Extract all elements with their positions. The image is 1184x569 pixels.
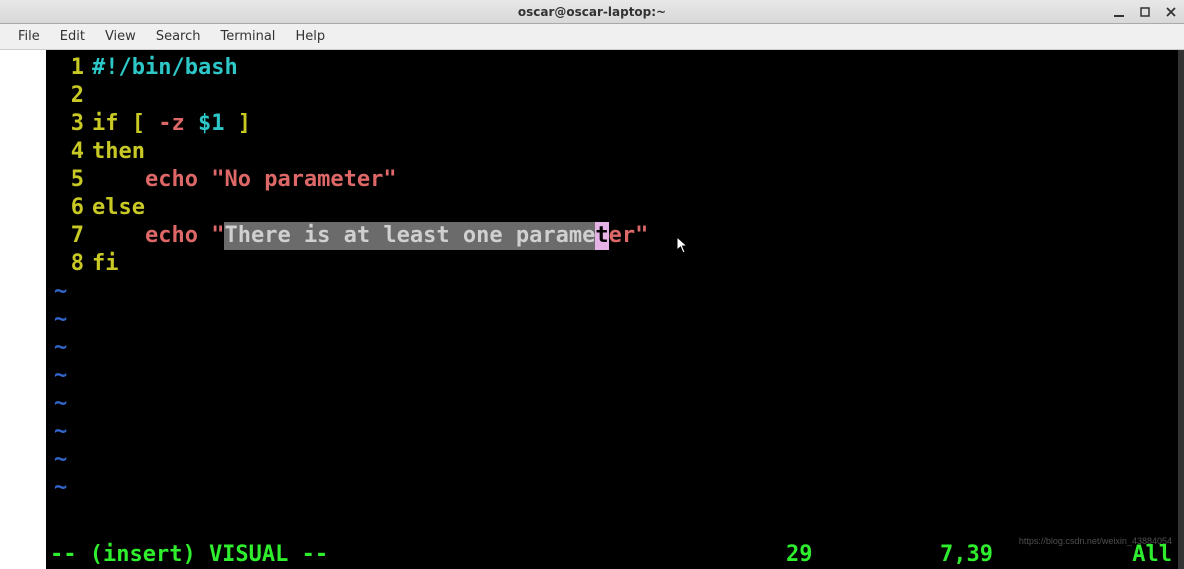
code-line[interactable]: 2 xyxy=(50,82,1178,110)
code-token: [ xyxy=(132,110,145,138)
code-token: #!/bin/bash xyxy=(92,54,238,82)
menu-view[interactable]: View xyxy=(97,27,144,46)
line-number: 1 xyxy=(50,54,92,82)
terminal-window: oscar@oscar-laptop:~ File Edit View Sear… xyxy=(0,0,1184,569)
window-controls xyxy=(1112,5,1178,19)
editor-area[interactable]: 1#!/bin/bash23if [ -z $1 ]4then5 echo "N… xyxy=(46,50,1178,569)
watermark: https://blog.csdn.net/weixin_43884054 xyxy=(1019,527,1172,555)
menu-terminal[interactable]: Terminal xyxy=(212,27,283,46)
minimize-button[interactable] xyxy=(1112,5,1126,19)
code-token xyxy=(119,110,132,138)
tilde-marker: ~ xyxy=(50,306,67,334)
menu-edit[interactable]: Edit xyxy=(52,27,93,46)
line-number: 5 xyxy=(50,166,92,194)
tilde-marker: ~ xyxy=(50,474,67,502)
code-token: -z xyxy=(158,110,185,138)
code-token: er xyxy=(609,222,636,250)
menubar: File Edit View Search Terminal Help xyxy=(0,24,1184,50)
menu-file[interactable]: File xyxy=(10,27,48,46)
code-token xyxy=(185,110,198,138)
menu-help[interactable]: Help xyxy=(287,27,333,46)
code-line[interactable]: 7 echo "There is at least one parameter" xyxy=(50,222,1178,250)
close-button[interactable] xyxy=(1164,5,1178,19)
code-line[interactable]: 6else xyxy=(50,194,1178,222)
maximize-button[interactable] xyxy=(1138,5,1152,19)
line-number: 6 xyxy=(50,194,92,222)
code-token xyxy=(198,166,211,194)
code-token: There is at least one parame xyxy=(224,222,595,250)
code-content[interactable]: 1#!/bin/bash23if [ -z $1 ]4then5 echo "N… xyxy=(50,54,1178,278)
line-number: 7 xyxy=(50,222,92,250)
tilde-marker: ~ xyxy=(50,390,67,418)
menu-search[interactable]: Search xyxy=(148,27,209,46)
line-number: 4 xyxy=(50,138,92,166)
titlebar: oscar@oscar-laptop:~ xyxy=(0,0,1184,24)
code-token: ] xyxy=(238,110,251,138)
status-count: 29 xyxy=(786,541,813,569)
code-line[interactable]: 3if [ -z $1 ] xyxy=(50,110,1178,138)
code-token: " xyxy=(635,222,648,250)
empty-lines: ~~~~~~~~ xyxy=(50,278,1178,502)
window-title: oscar@oscar-laptop:~ xyxy=(518,5,666,19)
status-bar: -- (insert) VISUAL -- 29 7,39 All xyxy=(46,541,1178,569)
status-position: 7,39 xyxy=(940,541,993,569)
code-token: else xyxy=(92,194,145,222)
tilde-marker: ~ xyxy=(50,418,67,446)
code-token xyxy=(92,222,145,250)
code-token: echo xyxy=(145,222,198,250)
code-token: $1 xyxy=(198,110,225,138)
code-token xyxy=(145,110,158,138)
code-line[interactable]: 8fi xyxy=(50,250,1178,278)
code-line[interactable]: 5 echo "No parameter" xyxy=(50,166,1178,194)
code-line[interactable]: 4then xyxy=(50,138,1178,166)
line-number: 3 xyxy=(50,110,92,138)
code-token xyxy=(198,222,211,250)
code-token: t xyxy=(595,222,608,250)
code-token: if xyxy=(92,110,119,138)
line-number: 8 xyxy=(50,250,92,278)
code-token xyxy=(225,110,238,138)
code-line[interactable]: 1#!/bin/bash xyxy=(50,54,1178,82)
line-number: 2 xyxy=(50,82,92,110)
code-token: " xyxy=(211,222,224,250)
tilde-marker: ~ xyxy=(50,278,67,306)
tilde-marker: ~ xyxy=(50,446,67,474)
scrollbar[interactable] xyxy=(1178,50,1184,569)
tilde-marker: ~ xyxy=(50,362,67,390)
status-mode: -- (insert) VISUAL -- xyxy=(46,541,328,569)
code-token: echo xyxy=(145,166,198,194)
code-token: "No parameter" xyxy=(211,166,396,194)
code-token xyxy=(92,166,145,194)
tilde-marker: ~ xyxy=(50,334,67,362)
code-token: fi xyxy=(92,250,119,278)
code-token: then xyxy=(92,138,145,166)
